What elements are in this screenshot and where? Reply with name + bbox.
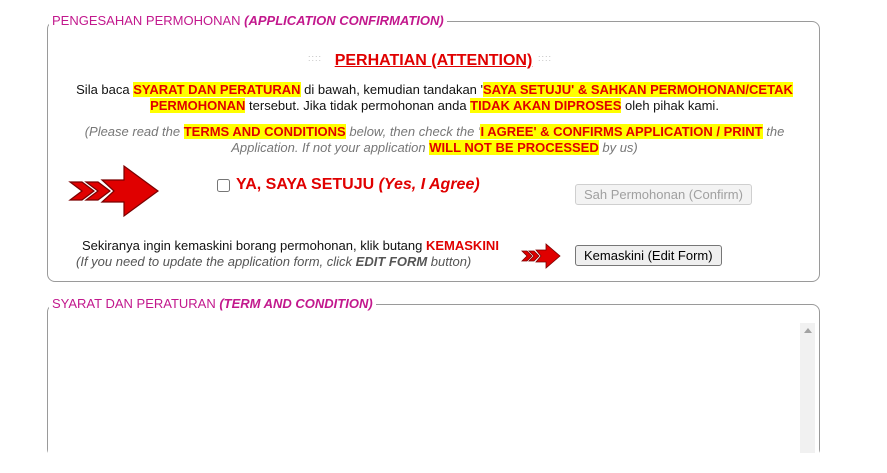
edit-form-button[interactable]: Kemaskini (Edit Form) bbox=[575, 245, 722, 266]
agree-checkbox[interactable] bbox=[217, 178, 230, 192]
confirmation-legend: PENGESAHAN PERMOHONAN (APPLICATION CONFI… bbox=[52, 13, 444, 28]
attention-title: PERHATIAN (ATTENTION) bbox=[334, 52, 533, 69]
update-instruction-english: (If you need to update the application f… bbox=[76, 254, 472, 269]
scroll-up-arrow-icon[interactable] bbox=[804, 328, 812, 333]
confirm-button[interactable]: Sah Permohonan (Confirm) bbox=[575, 184, 752, 205]
terms-scrollbar[interactable] bbox=[800, 323, 815, 453]
agree-row: YA, SAYA SETUJU (Yes, I Agree) bbox=[217, 176, 480, 194]
decorative-dots-right: :::: bbox=[538, 53, 553, 63]
update-instruction-malay: Sekiranya ingin kemaskini borang permoho… bbox=[82, 238, 499, 253]
instruction-malay: Sila baca SYARAT DAN PERATURAN di bawah,… bbox=[76, 82, 793, 113]
terms-and-conditions-panel: SYARAT DAN PERATURAN (TERM AND CONDITION… bbox=[47, 296, 820, 473]
small-red-arrow-icon bbox=[521, 243, 561, 269]
terms-legend: SYARAT DAN PERATURAN (TERM AND CONDITION… bbox=[52, 296, 373, 311]
instruction-english: (Please read the TERMS AND CONDITIONS be… bbox=[84, 124, 785, 155]
agree-label[interactable]: YA, SAYA SETUJU (Yes, I Agree) bbox=[236, 176, 480, 194]
application-confirmation-panel: PENGESAHAN PERMOHONAN (APPLICATION CONFI… bbox=[47, 14, 820, 282]
red-arrow-icon bbox=[68, 164, 160, 218]
terms-textarea[interactable] bbox=[48, 323, 819, 473]
